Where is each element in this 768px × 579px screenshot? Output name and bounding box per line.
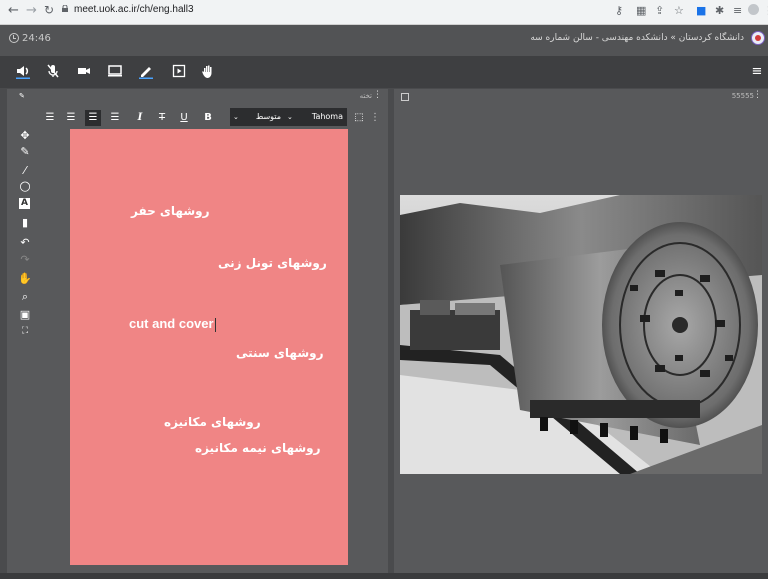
speaker-icon[interactable]: [14, 63, 32, 81]
extension-icon[interactable]: ■: [696, 4, 706, 17]
trash-icon[interactable]: ▮: [18, 216, 32, 230]
font-size-select[interactable]: ⌄ متوسط: [230, 108, 284, 126]
pan-hand-icon[interactable]: ✋: [18, 272, 32, 286]
fit-screen-icon[interactable]: ▣: [18, 308, 32, 322]
pencil-icon[interactable]: ✎: [18, 145, 32, 159]
board-text[interactable]: روشهای نیمه مکانیزه: [195, 441, 321, 455]
board-text[interactable]: روشهای حفر: [131, 204, 210, 218]
hamburger-menu-icon[interactable]: ≡: [748, 63, 766, 81]
media-panel-icon: [401, 93, 409, 101]
back-icon[interactable]: ←: [8, 3, 19, 18]
zoom-icon[interactable]: ⌕: [18, 290, 32, 304]
lock-icon: [62, 5, 68, 12]
align-left-icon[interactable]: ☰: [107, 110, 123, 126]
fullscreen-icon[interactable]: ⛶: [18, 324, 32, 338]
breadcrumb: دانشگاه کردستان » دانشکده مهندسی - سالن …: [530, 33, 744, 43]
puzzle-icon[interactable]: ✱: [715, 4, 724, 17]
font-size-value: متوسط: [255, 112, 281, 121]
screen-share-icon[interactable]: [106, 63, 124, 81]
reload-icon[interactable]: ↻: [44, 3, 54, 17]
text-caret: [214, 317, 216, 332]
undo-icon[interactable]: ↶: [18, 236, 32, 250]
text-tool-icon[interactable]: A: [19, 198, 30, 209]
board-text-editing[interactable]: cut and cover: [129, 316, 216, 332]
profile-icon[interactable]: [748, 4, 759, 15]
align-center-icon[interactable]: ☰: [85, 110, 101, 126]
underline-icon[interactable]: U: [176, 110, 192, 126]
bottom-bar: [0, 573, 768, 579]
panel-pen-icon: ✎: [19, 92, 25, 100]
text-format-toolbar: ☰ ☰ ☰ ☰ I T U B ⌄ متوسط ⌄ Tahoma ⬚ ⋮: [37, 108, 383, 128]
raise-hand-icon[interactable]: [199, 63, 217, 81]
camera-icon[interactable]: [75, 63, 93, 81]
menu-dots-icon[interactable]: ⋮: [763, 4, 768, 17]
panel-menu-icon[interactable]: ⋮: [753, 90, 762, 100]
tunnel-boring-machine-image: [400, 195, 762, 474]
whiteboard-pen-icon[interactable]: [137, 63, 155, 81]
align-right-icon[interactable]: ☰: [42, 110, 58, 126]
line-icon[interactable]: ⁄: [18, 164, 32, 178]
strikethrough-icon[interactable]: T: [154, 110, 170, 126]
session-time: 24:46: [22, 33, 51, 44]
address-bar[interactable]: meet.uok.ac.ir/ch/eng.hall3: [74, 4, 194, 15]
board-text[interactable]: روشهای سنتی: [236, 346, 324, 360]
move-icon[interactable]: ✥: [18, 129, 32, 143]
chevron-down-icon: ⌄: [233, 113, 239, 121]
bold-icon[interactable]: B: [200, 110, 216, 126]
font-family-select[interactable]: ⌄ Tahoma: [284, 108, 347, 126]
panel-title: 55555: [731, 92, 754, 100]
circle-icon[interactable]: ○: [18, 180, 32, 194]
board-text[interactable]: روشهای تونل زنی: [218, 256, 327, 270]
panel-menu-icon[interactable]: ⋮: [373, 90, 382, 100]
toolbar-more-icon[interactable]: ⋮: [367, 110, 383, 126]
translate-icon[interactable]: ▦: [636, 4, 646, 17]
align-justify-icon[interactable]: ☰: [63, 110, 79, 126]
italic-icon[interactable]: I: [132, 110, 148, 126]
browser-bar: ← → ↻ meet.uok.ac.ir/ch/eng.hall3 ⚷ ▦ ⇪ …: [0, 0, 768, 25]
board-text[interactable]: روشهای مکانیزه: [164, 415, 261, 429]
whiteboard-canvas[interactable]: روشهای حفر روشهای تونل زنی cut and cover…: [70, 129, 348, 565]
playlist-icon[interactable]: ≡: [733, 4, 742, 17]
chevron-down-icon: ⌄: [287, 113, 293, 121]
board-text-value: cut and cover: [129, 316, 214, 331]
shared-image: [400, 195, 762, 474]
mic-muted-icon[interactable]: [44, 63, 62, 81]
star-icon[interactable]: ☆: [674, 4, 684, 17]
media-icon[interactable]: [170, 63, 188, 81]
font-family-value: Tahoma: [311, 112, 343, 121]
share-icon[interactable]: ⇪: [655, 4, 664, 17]
clock-icon: [9, 33, 19, 43]
panel-title: تخته: [359, 92, 372, 100]
redo-icon[interactable]: ↷: [18, 253, 32, 267]
text-box-icon[interactable]: ⬚: [351, 110, 367, 126]
main-toolbar: ≡: [0, 56, 768, 88]
university-logo: [751, 31, 765, 45]
app-header: 24:46 دانشگاه کردستان » دانشکده مهندسی -…: [0, 25, 768, 56]
forward-icon[interactable]: →: [26, 3, 37, 18]
key-icon[interactable]: ⚷: [615, 4, 623, 17]
drawing-tools: ✥ ✎ ⁄ ○ A ▮ ↶ ↷ ✋ ⌕ ▣ ⛶: [0, 126, 40, 346]
